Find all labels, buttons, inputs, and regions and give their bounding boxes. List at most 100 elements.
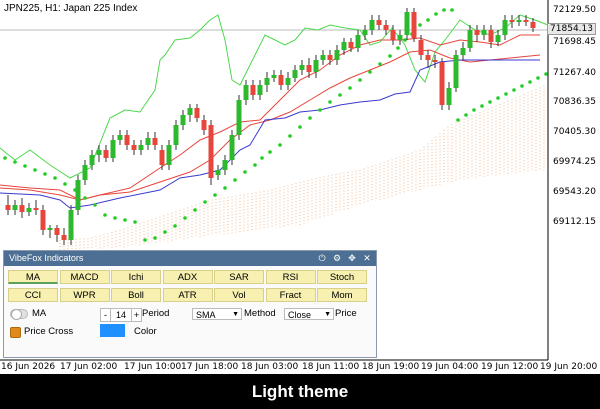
candle-body — [509, 20, 515, 22]
sar-dot — [544, 72, 548, 76]
indicator-button-rsi[interactable]: RSI — [265, 270, 316, 284]
indicator-button-ichi[interactable]: Ichi — [111, 270, 161, 284]
indicator-button-vol[interactable]: Vol — [214, 288, 264, 302]
period-label: Period — [142, 308, 170, 319]
candle-body — [222, 160, 228, 170]
sar-dot — [520, 84, 524, 88]
panel-header[interactable]: VibeFox Indicators ⏻ ⚙ ✥ ✕ — [4, 251, 376, 266]
candle-body — [376, 20, 382, 25]
candle-body — [75, 180, 81, 210]
sar-dot — [512, 88, 516, 92]
candle-body — [180, 115, 186, 125]
time-tick-label: 17 Jun 10:00 — [124, 362, 182, 372]
candle-body — [173, 125, 179, 145]
price-cross-checkbox[interactable] — [10, 327, 21, 338]
candle-body — [327, 55, 333, 60]
candle-body — [131, 145, 137, 150]
sar-dot — [528, 80, 532, 84]
sar-dot — [33, 168, 37, 172]
candle-body — [516, 20, 522, 22]
candle-body — [348, 42, 354, 48]
sar-dot — [260, 156, 264, 160]
indicator-button-macd[interactable]: MACD — [59, 270, 110, 284]
sar-dot — [203, 200, 207, 204]
indicator-button-atr[interactable]: ATR — [162, 288, 213, 302]
method-value: SMA — [196, 310, 216, 320]
indicator-button-stoch[interactable]: Stoch — [317, 270, 367, 284]
method-select[interactable]: SMA ▼ — [192, 308, 242, 320]
candle-body — [306, 65, 312, 72]
indicator-button-ma[interactable]: MA — [8, 270, 58, 284]
candle-body — [257, 85, 263, 95]
indicator-button-mom[interactable]: Mom — [317, 288, 367, 302]
candle-body — [299, 65, 305, 70]
candle-body — [355, 35, 361, 48]
indicator-button-boll[interactable]: Boll — [111, 288, 161, 302]
candle-body — [124, 135, 130, 145]
candle-body — [460, 48, 466, 55]
sar-dot — [403, 38, 407, 42]
sar-dot — [434, 12, 438, 16]
sar-dot — [43, 172, 47, 176]
candle-body — [362, 30, 368, 35]
candle-body — [250, 85, 256, 95]
sar-dot — [193, 208, 197, 212]
sar-dot — [496, 96, 500, 100]
indicator-button-sar[interactable]: SAR — [214, 270, 264, 284]
sar-dot — [233, 178, 237, 182]
color-swatch[interactable] — [100, 324, 125, 337]
candle-body — [467, 30, 473, 48]
indicator-button-adx[interactable]: ADX — [162, 270, 213, 284]
candle-body — [110, 140, 116, 158]
candle-body — [201, 120, 207, 130]
sar-dot — [123, 218, 127, 222]
ma-toggle-label: MA — [32, 308, 47, 319]
sar-dot — [388, 54, 392, 58]
candle-body — [488, 30, 494, 42]
power-icon[interactable]: ⏻ — [316, 251, 328, 266]
ma-toggle[interactable] — [10, 309, 28, 320]
move-icon[interactable]: ✥ — [346, 251, 358, 266]
time-tick-label: 18 Jun 19:00 — [362, 362, 420, 372]
candle-body — [334, 50, 340, 60]
sar-dot — [318, 108, 322, 112]
period-increment-button[interactable]: + — [131, 308, 142, 322]
candle-body — [26, 208, 32, 212]
time-tick-label: 19 Jun 04:00 — [421, 362, 479, 372]
candle-body — [313, 60, 319, 72]
sar-dot — [358, 78, 362, 82]
candle-body — [243, 85, 249, 100]
sar-dot — [464, 113, 468, 117]
period-input[interactable]: 14 — [110, 308, 132, 322]
sar-dot — [298, 125, 302, 129]
sar-dot — [288, 134, 292, 138]
close-icon[interactable]: ✕ — [361, 251, 373, 266]
sar-dot — [328, 100, 332, 104]
candle-body — [229, 135, 235, 160]
price-select[interactable]: Close ▼ — [284, 308, 334, 320]
indicator-button-cci[interactable]: CCI — [8, 288, 58, 302]
candle-body — [68, 210, 74, 240]
candle-body — [453, 55, 459, 88]
sar-dot — [442, 8, 446, 12]
candle-body — [495, 35, 501, 42]
candle-body — [523, 20, 529, 22]
sar-dot — [488, 100, 492, 104]
candle-body — [320, 55, 326, 60]
sar-dot — [396, 46, 400, 50]
time-tick-label: 19 Jun 20:00 — [540, 362, 598, 372]
candle-body — [285, 78, 291, 85]
gear-icon[interactable]: ⚙ — [331, 251, 343, 266]
sar-dot — [243, 170, 247, 174]
price-cross-label: Price Cross — [24, 326, 74, 337]
candle-body — [40, 210, 46, 230]
indicator-button-fract[interactable]: Fract — [265, 288, 316, 302]
indicator-button-wpr[interactable]: WPR — [59, 288, 110, 302]
candle-body — [47, 228, 53, 230]
sar-dot — [278, 143, 282, 147]
candle-body — [194, 108, 200, 118]
indicator-panel[interactable]: VibeFox Indicators ⏻ ⚙ ✥ ✕ MA MACD Ichi ADX… — [3, 250, 377, 358]
sar-dot — [153, 236, 157, 240]
sar-dot — [480, 104, 484, 108]
candle-body — [61, 235, 67, 240]
